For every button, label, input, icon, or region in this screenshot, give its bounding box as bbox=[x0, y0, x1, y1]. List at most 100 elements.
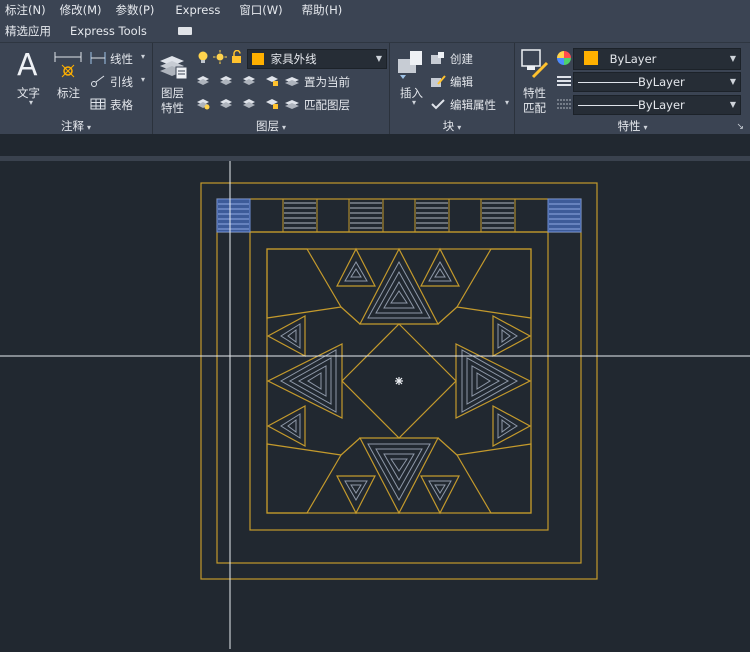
top-small-triangle-left bbox=[336, 247, 376, 287]
edit-attributes-button[interactable]: 编辑属性 ▾ bbox=[430, 95, 512, 113]
layer-properties-button[interactable]: 图层 特性 bbox=[157, 47, 189, 115]
insert-block-button[interactable]: 插入 ▾ bbox=[394, 47, 428, 113]
edit-block-icon bbox=[431, 75, 446, 87]
ribbon-minimize-icon[interactable] bbox=[177, 27, 192, 35]
top-small-triangle-right bbox=[420, 247, 460, 287]
menu-modify[interactable]: 修改(M) bbox=[55, 2, 111, 18]
properties-expand-icon: ▾ bbox=[643, 123, 648, 132]
lightbulb-icon[interactable] bbox=[196, 50, 210, 67]
tab-featured-apps[interactable]: 精选应用 bbox=[0, 23, 60, 39]
lineweight-icon[interactable] bbox=[556, 97, 572, 114]
canvas-gap bbox=[0, 134, 750, 156]
hatch-squares bbox=[284, 202, 514, 229]
block-panel-title[interactable]: 块 ▾ bbox=[390, 118, 514, 135]
match-properties-icon bbox=[521, 49, 549, 79]
layers-expand-icon: ▾ bbox=[281, 123, 286, 132]
top-inner-tri-4 bbox=[390, 290, 408, 304]
corner-top-right bbox=[456, 248, 532, 319]
insert-block-icon bbox=[398, 51, 422, 79]
hatch-square-4 bbox=[482, 202, 514, 229]
match-layer-label: 匹配图层 bbox=[304, 98, 350, 112]
hatch-square-1 bbox=[284, 202, 316, 229]
edit-label: 编辑 bbox=[450, 75, 473, 89]
drawing-canvas[interactable] bbox=[0, 161, 750, 649]
lineweight-dropdown[interactable]: ByLayer ▼ bbox=[573, 95, 741, 115]
layers-panel-title[interactable]: 图层 ▾ bbox=[153, 118, 389, 135]
dimension-button[interactable]: 标注 bbox=[52, 47, 88, 109]
menu-window[interactable]: 窗口(W) bbox=[234, 2, 296, 18]
linear-button[interactable]: 线性 ▾ bbox=[90, 49, 150, 67]
current-layer-name: 家具外线 bbox=[270, 52, 317, 66]
layer-lock-icon[interactable] bbox=[265, 73, 279, 90]
linetype-dropdown[interactable]: ByLayer ▼ bbox=[573, 72, 741, 92]
create-block-button[interactable]: 创建 bbox=[430, 49, 510, 67]
unlock-icon[interactable] bbox=[230, 49, 244, 67]
menu-annotate[interactable]: 标注(N) bbox=[0, 2, 55, 18]
edit-block-button[interactable]: 编辑 bbox=[430, 72, 510, 90]
right-bottom-inner-2 bbox=[501, 419, 511, 433]
bottom-inner-tri-4 bbox=[390, 458, 408, 472]
layers-title-text: 图层 bbox=[255, 119, 279, 133]
leader-icon bbox=[91, 75, 105, 87]
center-marker bbox=[395, 377, 403, 385]
selected-square-right bbox=[547, 198, 582, 233]
linear-label: 线性 bbox=[110, 52, 133, 66]
text-button[interactable]: A 文字 ▾ bbox=[12, 47, 46, 109]
bottom-right-inner-2 bbox=[434, 484, 446, 494]
color-value: ByLayer bbox=[609, 52, 657, 66]
properties-launcher-icon[interactable]: ↘ bbox=[736, 122, 744, 132]
properties-panel-title[interactable]: 特性 ▾ bbox=[515, 118, 750, 135]
layer-unlock-icon[interactable] bbox=[265, 96, 279, 113]
menu-express[interactable]: Express bbox=[163, 3, 234, 17]
table-label: 表格 bbox=[110, 98, 133, 112]
annotation-panel-title[interactable]: 注释 ▾ bbox=[0, 118, 152, 135]
layer-on-icon[interactable] bbox=[196, 96, 210, 113]
bottom-left-inner-2 bbox=[350, 484, 362, 494]
crosshair-cursor bbox=[0, 161, 750, 649]
menu-bar: 标注(N) 修改(M) 参数(P) Express 窗口(W) 帮助(H) bbox=[0, 0, 750, 20]
match-props-label-2: 匹配 bbox=[523, 101, 546, 115]
layer-off-icon[interactable] bbox=[196, 73, 210, 90]
block-panel: 插入 ▾ 创建 编辑 编辑属性 ▾ 块 ▾ bbox=[390, 43, 515, 135]
color-wheel-icon[interactable] bbox=[556, 50, 572, 69]
leader-dropdown-icon: ▾ bbox=[141, 75, 146, 84]
layer-props-label-1: 图层 bbox=[161, 86, 184, 100]
match-properties-button[interactable]: 特性 匹配 bbox=[519, 47, 551, 115]
layer-thaw-icon[interactable] bbox=[219, 96, 233, 113]
table-button[interactable]: 表格 bbox=[90, 95, 150, 113]
menu-help[interactable]: 帮助(H) bbox=[297, 2, 352, 18]
layer-props-label-2: 特性 bbox=[161, 101, 184, 115]
block-title-text: 块 bbox=[442, 119, 455, 133]
create-label: 创建 bbox=[450, 52, 473, 66]
text-a-icon: A bbox=[17, 48, 38, 83]
layer-freeze-icon[interactable] bbox=[242, 73, 256, 90]
set-current-button[interactable]: 置为当前 bbox=[284, 72, 384, 90]
leader-button[interactable]: 引线 ▾ bbox=[90, 72, 150, 90]
match-layer-button[interactable]: 匹配图层 bbox=[284, 95, 384, 113]
color-dropdown[interactable]: ByLayer ▼ bbox=[573, 48, 741, 70]
layer-color-swatch bbox=[252, 53, 264, 65]
layer-dropdown[interactable]: 家具外线 ▼ bbox=[247, 49, 387, 69]
menu-parametric[interactable]: 参数(P) bbox=[110, 2, 163, 18]
layer-isolate-icon[interactable] bbox=[219, 73, 233, 90]
link-line-4 bbox=[437, 437, 458, 456]
tab-express-tools[interactable]: Express Tools bbox=[60, 24, 156, 38]
left-small-triangle-top bbox=[266, 314, 306, 358]
set-current-icon bbox=[285, 77, 299, 86]
linear-dropdown-icon: ▾ bbox=[141, 52, 146, 61]
hatch-square-outlines bbox=[282, 198, 516, 233]
match-layer-icon bbox=[285, 100, 299, 109]
layer-unisolate-icon[interactable] bbox=[242, 96, 256, 113]
selected-square-left bbox=[216, 198, 251, 233]
hatch-square-3 bbox=[416, 202, 448, 229]
left-inner-tri-3 bbox=[297, 365, 327, 397]
linetype-icon[interactable] bbox=[556, 74, 572, 91]
set-current-label: 置为当前 bbox=[304, 75, 350, 89]
sun-icon[interactable] bbox=[213, 50, 227, 67]
corner-bottom-right bbox=[456, 443, 532, 514]
bottom-small-triangle-left bbox=[336, 475, 376, 515]
match-props-label-1: 特性 bbox=[523, 86, 546, 100]
link-line-3 bbox=[340, 437, 361, 456]
layer-dropdown-arrow-icon: ▼ bbox=[375, 54, 382, 63]
top-inner-tri-3 bbox=[383, 280, 415, 309]
